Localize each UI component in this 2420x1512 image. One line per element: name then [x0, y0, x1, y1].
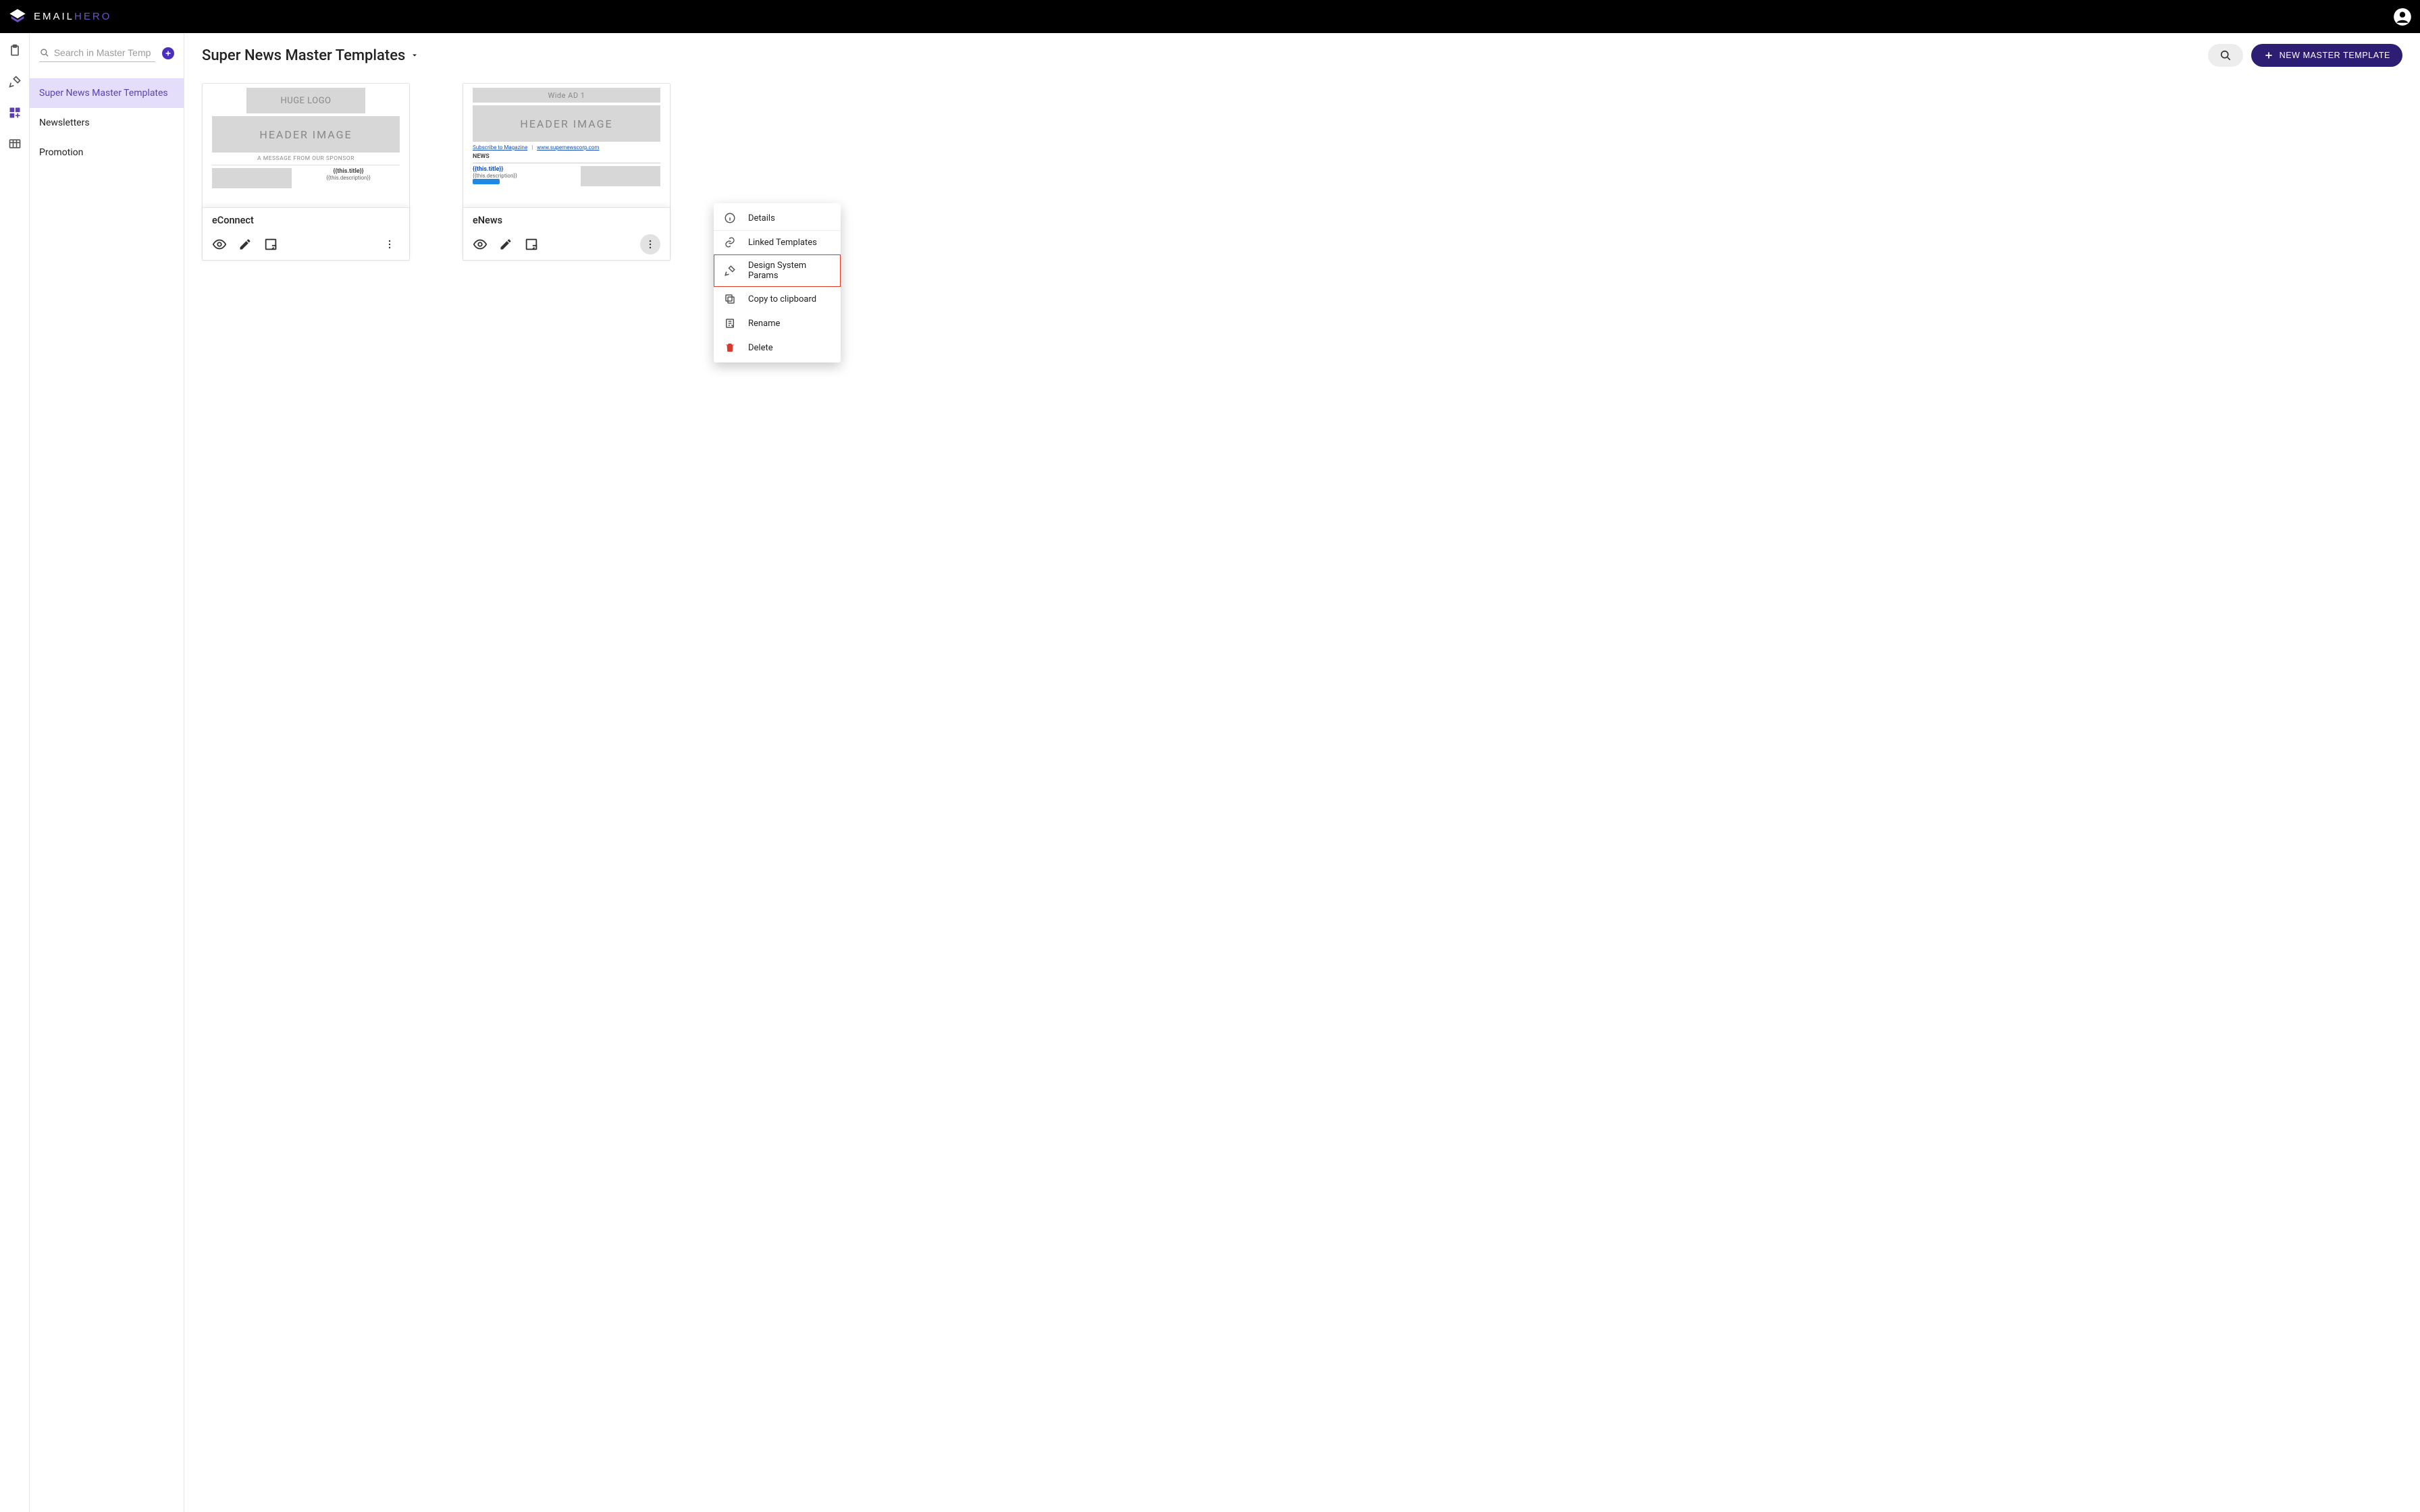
rail-design-icon[interactable]: [7, 74, 23, 90]
side-list: Super News Master Templates Newsletters …: [30, 78, 184, 167]
content-header: Super News Master Templates NEW MASTER T…: [202, 44, 2402, 67]
info-icon: [724, 212, 736, 224]
new-master-template-button[interactable]: NEW MASTER TEMPLATE: [2251, 44, 2402, 67]
dropdown-caret-icon: [411, 51, 419, 59]
brand-logo-icon: [8, 7, 27, 26]
header-search-button[interactable]: [2208, 44, 2243, 67]
ctx-linked-label: Linked Templates: [748, 238, 817, 248]
link-icon: [724, 236, 736, 248]
design-tools-icon: [724, 265, 736, 277]
thumb-header-placeholder: HEADER IMAGE: [473, 105, 660, 142]
ctx-delete-label: Delete: [748, 343, 773, 353]
ctx-details[interactable]: Details: [714, 206, 841, 230]
new-button-label: NEW MASTER TEMPLATE: [2280, 51, 2390, 60]
rail-templates-icon[interactable]: [7, 105, 23, 121]
side-item-promotion[interactable]: Promotion: [30, 138, 184, 167]
thumb-var-desc: {{this.description}}: [297, 175, 400, 181]
note-add-icon[interactable]: [524, 237, 539, 252]
rename-icon: [724, 317, 736, 329]
side-search-input[interactable]: [54, 47, 155, 58]
ctx-rename-label: Rename: [748, 319, 780, 329]
card-more-icon[interactable]: [640, 234, 660, 254]
preview-icon[interactable]: [212, 237, 227, 252]
content-area: Super News Master Templates NEW MASTER T…: [184, 33, 2420, 1512]
ctx-design-system-params[interactable]: Design System Params: [714, 254, 841, 287]
card-more-icon[interactable]: [379, 234, 400, 254]
template-card-econnect: HUGE LOGO HEADER IMAGE A MESSAGE FROM OU…: [202, 83, 410, 261]
account-icon[interactable]: [2393, 7, 2412, 26]
brand-prefix: EMAIL: [34, 11, 74, 22]
rail-clipboard-icon[interactable]: [7, 43, 23, 59]
thumb-link-site: www.supernewscorp.com: [537, 144, 599, 151]
brand-suffix: HERO: [74, 11, 111, 22]
ctx-linked-templates[interactable]: Linked Templates: [714, 230, 841, 254]
side-search[interactable]: [39, 44, 155, 62]
thumb-small-placeholder: [581, 166, 660, 186]
thumb-news-label: NEWS: [473, 153, 660, 160]
app-shell: Super News Master Templates Newsletters …: [0, 33, 2420, 1512]
rail-table-icon[interactable]: [7, 136, 23, 152]
ctx-delete[interactable]: Delete: [714, 335, 841, 360]
search-icon: [2219, 49, 2232, 62]
trash-icon: [724, 342, 736, 354]
thumb-var-desc: {{this.description}}: [473, 173, 575, 179]
card-actions: [473, 234, 660, 254]
thumb-header-placeholder: HEADER IMAGE: [212, 116, 400, 153]
thumb-widead-placeholder: Wide AD 1: [473, 88, 660, 103]
thumb-sponsor-text: A MESSAGE FROM OUR SPONSOR: [212, 155, 400, 162]
card-thumbnail[interactable]: HUGE LOGO HEADER IMAGE A MESSAGE FROM OU…: [203, 84, 409, 208]
thumb-links: Subscribe to Magazine | www.supernewscor…: [473, 144, 660, 151]
thumb-var-title: {{this.title}}: [473, 166, 575, 173]
card-title: eConnect: [212, 215, 400, 226]
side-add-button[interactable]: [162, 47, 174, 59]
plus-icon: [2263, 50, 2274, 61]
search-icon: [39, 47, 50, 59]
cards-grid: HUGE LOGO HEADER IMAGE A MESSAGE FROM OU…: [202, 83, 2402, 261]
side-item-newsletters[interactable]: Newsletters: [30, 108, 184, 138]
thumb-btn-placeholder: [473, 179, 500, 184]
brand-wordmark: EMAILHERO: [34, 11, 111, 22]
note-add-icon[interactable]: [263, 237, 278, 252]
ctx-copy-clipboard[interactable]: Copy to clipboard: [714, 287, 841, 311]
side-search-row: [30, 41, 184, 65]
brand: EMAILHERO: [8, 7, 111, 26]
card-actions: [212, 234, 400, 254]
thumb-link-subscribe: Subscribe to Magazine: [473, 144, 527, 151]
card-title: eNews: [473, 215, 660, 226]
preview-icon[interactable]: [473, 237, 488, 252]
thumb-var-title: {{this.title}}: [297, 168, 400, 175]
ctx-copy-label: Copy to clipboard: [748, 294, 816, 304]
header-actions: NEW MASTER TEMPLATE: [2208, 44, 2402, 67]
context-menu: Details Linked Templates Design System P…: [714, 203, 841, 362]
thumb-logo-placeholder: HUGE LOGO: [246, 88, 365, 113]
card-body: eNews: [463, 208, 670, 260]
nav-rail: [0, 33, 30, 1512]
card-body: eConnect: [203, 208, 409, 260]
page-title: Super News Master Templates: [202, 47, 405, 64]
card-thumbnail[interactable]: Wide AD 1 HEADER IMAGE Subscribe to Maga…: [463, 84, 670, 208]
side-item-super-news[interactable]: Super News Master Templates: [30, 78, 184, 108]
ctx-details-label: Details: [748, 213, 775, 223]
page-title-dropdown[interactable]: Super News Master Templates: [202, 47, 419, 64]
thumb-small-placeholder: [212, 168, 292, 188]
ctx-rename[interactable]: Rename: [714, 311, 841, 335]
template-card-enews: Wide AD 1 HEADER IMAGE Subscribe to Maga…: [463, 83, 670, 261]
side-panel: Super News Master Templates Newsletters …: [30, 33, 184, 1512]
ctx-design-label: Design System Params: [748, 261, 831, 281]
copy-icon: [724, 293, 736, 305]
app-header: EMAILHERO: [0, 0, 2420, 33]
edit-icon[interactable]: [498, 237, 513, 252]
edit-icon[interactable]: [238, 237, 253, 252]
